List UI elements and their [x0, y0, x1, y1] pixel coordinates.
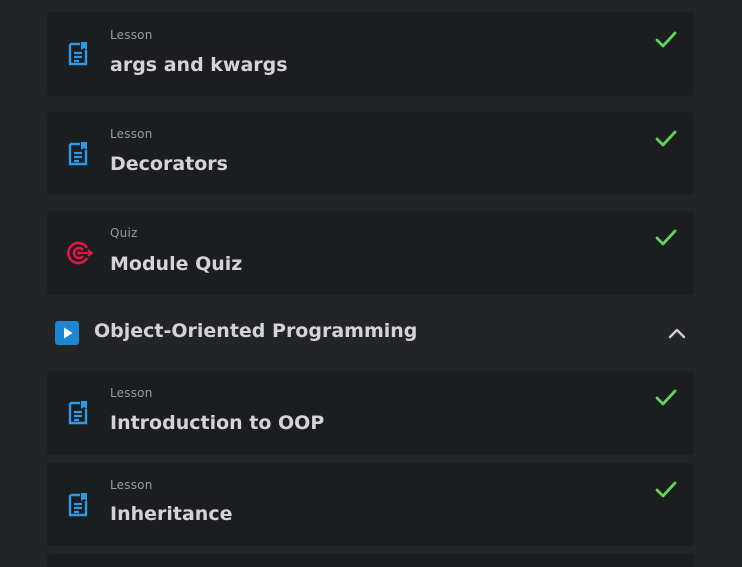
- item-title: Introduction to OOP: [110, 412, 325, 434]
- item-type-label: Lesson: [110, 478, 153, 492]
- lesson-card-args-and-kwargs[interactable]: Lesson args and kwargs: [47, 12, 694, 96]
- chevron-up-icon[interactable]: [668, 325, 686, 339]
- completed-check-icon: [655, 130, 677, 148]
- item-type-label: Quiz: [110, 226, 138, 240]
- lesson-card-inheritance[interactable]: Lesson Inheritance: [47, 463, 694, 546]
- document-icon: [67, 492, 91, 518]
- item-type-label: Lesson: [110, 127, 153, 141]
- module-header-oop[interactable]: Object-Oriented Programming: [47, 305, 694, 361]
- document-icon: [67, 400, 91, 426]
- target-icon: [67, 240, 94, 266]
- completed-check-icon: [655, 481, 677, 499]
- module-title: Object-Oriented Programming: [94, 320, 418, 342]
- completed-check-icon: [655, 389, 677, 407]
- completed-check-icon: [655, 229, 677, 247]
- lesson-card-decorators[interactable]: Lesson Decorators: [47, 112, 694, 195]
- quiz-card-module-quiz[interactable]: Quiz Module Quiz: [47, 211, 694, 295]
- item-title: Decorators: [110, 153, 228, 175]
- item-title: args and kwargs: [110, 54, 288, 76]
- course-outline: Lesson args and kwargs Lesson Decorators: [0, 0, 742, 567]
- item-type-label: Lesson: [110, 28, 153, 42]
- document-icon: [67, 141, 91, 167]
- lesson-card-partial[interactable]: [47, 554, 694, 567]
- play-icon: [55, 321, 79, 345]
- item-type-label: Lesson: [110, 386, 153, 400]
- item-title: Module Quiz: [110, 253, 243, 275]
- item-title: Inheritance: [110, 503, 233, 525]
- lesson-card-introduction-to-oop[interactable]: Lesson Introduction to OOP: [47, 371, 694, 455]
- completed-check-icon: [655, 31, 677, 49]
- document-icon: [67, 41, 91, 67]
